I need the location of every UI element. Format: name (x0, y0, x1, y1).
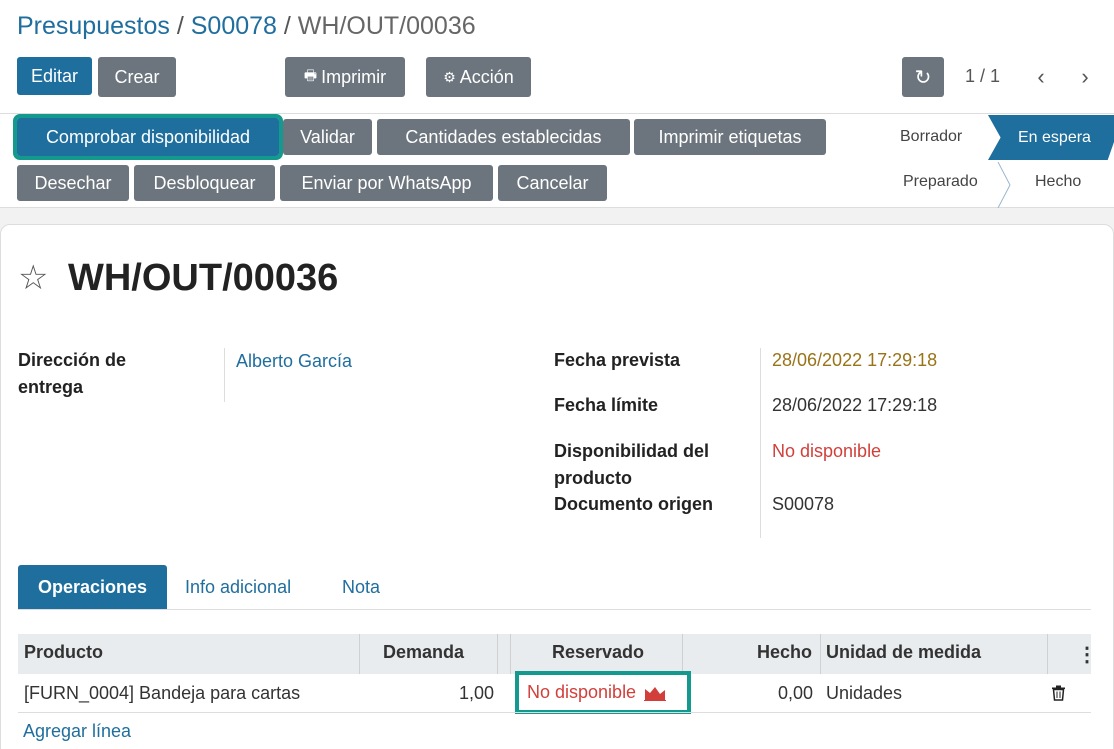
breadcrumb-current: WH/OUT/00036 (297, 12, 476, 40)
column-separator (510, 634, 511, 674)
check-availability-button[interactable]: Comprobar disponibilidad (13, 114, 283, 160)
deadline-value: 28/06/2022 17:29:18 (772, 395, 938, 415)
cancel-label: Cancelar (516, 172, 589, 193)
column-separator (682, 634, 683, 674)
origin-label: Documento origen (554, 494, 714, 514)
field-separator (224, 348, 225, 402)
print-labels-button[interactable]: Imprimir etiquetas (634, 119, 826, 155)
delivery-address-label-line1: Dirección de (18, 350, 127, 370)
forecast-chart-icon[interactable] (644, 685, 667, 701)
field-separator (760, 348, 761, 538)
edit-button-label: Editar (30, 65, 79, 86)
column-product[interactable]: Producto (24, 642, 103, 663)
breadcrumb: Presupuestos / S00078 / WH/OUT/00036 (17, 12, 476, 41)
scrap-button[interactable]: Desechar (17, 165, 129, 201)
check-availability-label: Comprobar disponibilidad (45, 126, 251, 147)
availability-label-line2: producto (554, 468, 632, 488)
unlock-label: Desbloquear (153, 172, 256, 193)
row-done[interactable]: 0,00 (778, 683, 813, 704)
set-quantities-label: Cantidades establecidas (405, 126, 602, 147)
edit-button[interactable]: Editar (17, 57, 92, 95)
row-divider (18, 712, 1091, 713)
scheduled-date-label: Fecha prevista (554, 350, 681, 370)
column-separator (820, 634, 821, 674)
action-button[interactable]: ⚙ Acción (426, 57, 531, 97)
column-options-icon[interactable]: ⋮ (1077, 642, 1097, 667)
row-product[interactable]: [FURN_0004] Bandeja para cartas (24, 683, 300, 704)
status-waiting[interactable]: En espera (988, 115, 1114, 160)
column-uom[interactable]: Unidad de medida (826, 642, 981, 663)
whatsapp-button[interactable]: Enviar por WhatsApp (280, 165, 493, 201)
tab-operations-label: Operaciones (37, 576, 148, 597)
deadline-label: Fecha límite (554, 395, 659, 415)
action-button-label: Acción (459, 66, 514, 87)
add-line-link[interactable]: Agregar línea (23, 721, 131, 742)
breadcrumb-separator: / (176, 12, 184, 40)
column-reserved[interactable]: Reservado (552, 642, 644, 663)
breadcrumb-order[interactable]: S00078 (191, 12, 277, 40)
row-reserved[interactable]: No disponible (515, 671, 691, 714)
refresh-button[interactable]: ↻ (902, 57, 944, 97)
divider (0, 113, 1114, 114)
print-icon: 🖶 (303, 67, 318, 83)
origin-value: S00078 (772, 494, 835, 514)
column-separator (359, 634, 360, 674)
delivery-address-label: Dirección de entrega (18, 347, 126, 401)
delivery-address-label-line2: entrega (18, 377, 84, 397)
column-done[interactable]: Hecho (757, 642, 812, 663)
chevron-left-icon[interactable]: ‹ (1031, 64, 1051, 90)
chevron-right-icon[interactable]: › (1075, 64, 1095, 90)
refresh-icon: ↻ (914, 66, 932, 89)
scheduled-date-value: 28/06/2022 17:29:18 (772, 350, 938, 370)
status-waiting-label: En espera (1018, 128, 1091, 146)
row-reserved-label: No disponible (527, 682, 637, 702)
whatsapp-label: Enviar por WhatsApp (301, 172, 472, 193)
column-separator (1047, 634, 1048, 674)
delivery-address-link[interactable]: Alberto García (236, 348, 352, 375)
star-icon[interactable]: ☆ (18, 258, 48, 298)
availability-label-line1: Disponibilidad del (554, 441, 710, 461)
breadcrumb-separator: / (283, 12, 291, 40)
column-separator (497, 634, 498, 674)
record-title: WH/OUT/00036 (68, 257, 339, 299)
row-demand[interactable]: 1,00 (459, 683, 494, 704)
status-draft[interactable]: Borrador (900, 128, 962, 146)
set-quantities-button[interactable]: Cantidades establecidas (377, 119, 630, 155)
unlock-button[interactable]: Desbloquear (134, 165, 275, 201)
create-button[interactable]: Crear (98, 57, 176, 97)
pager-value[interactable]: 1 / 1 (965, 66, 1000, 87)
status-done[interactable]: Hecho (1035, 173, 1081, 191)
tab-note[interactable]: Nota (342, 577, 380, 598)
column-demand[interactable]: Demanda (383, 642, 464, 663)
trash-icon[interactable] (1051, 685, 1066, 701)
print-button[interactable]: 🖶 Imprimir (285, 57, 405, 97)
tab-extra-info[interactable]: Info adicional (185, 577, 291, 598)
tab-operations[interactable]: Operaciones (18, 565, 167, 609)
status-arrow (997, 162, 1011, 208)
availability-value: No disponible (772, 441, 882, 461)
print-labels-label: Imprimir etiquetas (658, 126, 802, 147)
availability-label: Disponibilidad del producto (554, 438, 709, 492)
breadcrumb-presupuestos[interactable]: Presupuestos (17, 12, 170, 40)
row-uom[interactable]: Unidades (826, 683, 902, 704)
scrap-label: Desechar (34, 172, 112, 193)
gear-icon: ⚙ (443, 68, 456, 85)
status-ready[interactable]: Preparado (903, 173, 978, 191)
validate-label: Validar (300, 126, 355, 147)
cancel-button[interactable]: Cancelar (498, 165, 607, 201)
print-button-label: Imprimir (321, 66, 387, 87)
validate-button[interactable]: Validar (283, 119, 372, 155)
create-button-label: Crear (114, 66, 160, 87)
tab-divider (18, 609, 1091, 610)
